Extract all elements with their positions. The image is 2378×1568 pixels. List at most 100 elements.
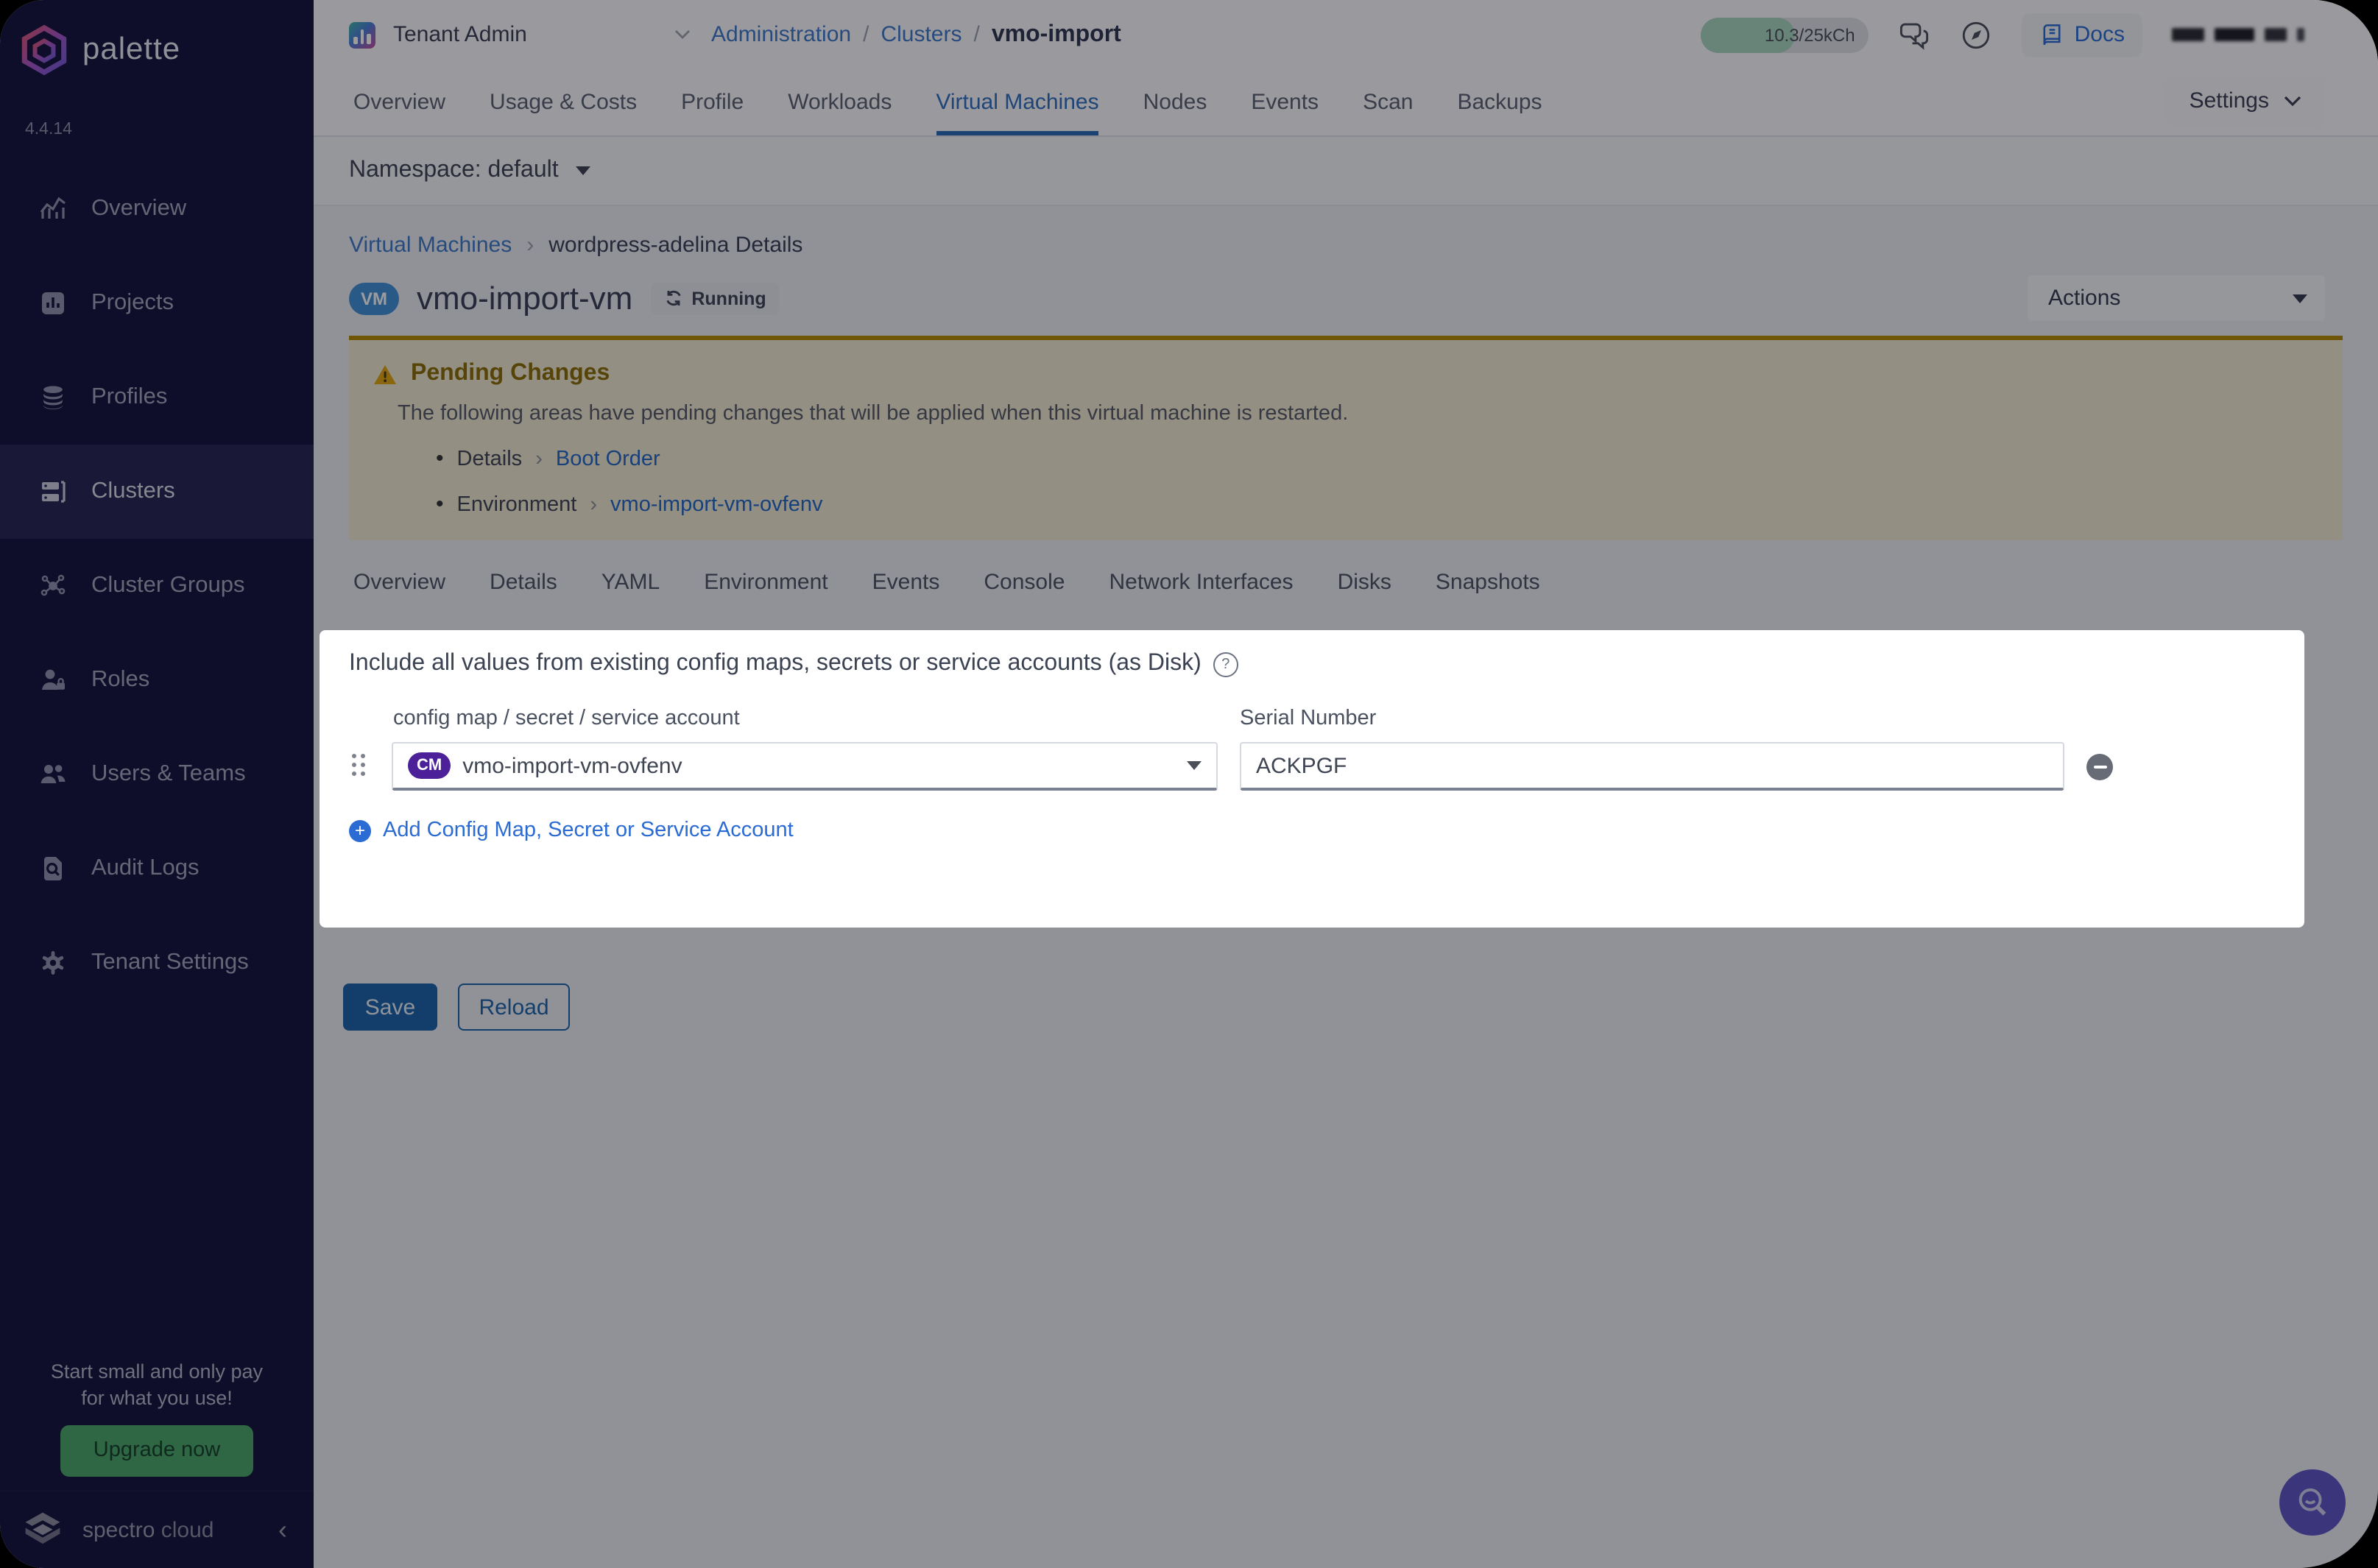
breadcrumb: Administration / Clusters / vmo-import <box>711 21 1121 48</box>
vm-tab-disks[interactable]: Disks <box>1338 570 1391 595</box>
chevron-down-icon[interactable] <box>576 166 591 175</box>
vm-tab-environment[interactable]: Environment <box>704 570 828 595</box>
vm-breadcrumb-link[interactable]: Virtual Machines <box>349 233 512 258</box>
sidebar-footer: spectro cloud ‹ <box>0 1490 314 1568</box>
configmap-column-label: config map / secret / service account <box>393 707 740 730</box>
spectro-cloud-logo <box>25 1512 60 1544</box>
vm-detail-tabs: Overview Details YAML Environment Events… <box>349 570 2343 595</box>
tab-virtual-machines[interactable]: Virtual Machines <box>936 69 1098 135</box>
magnifier-smile-icon <box>2298 1487 2326 1515</box>
sidebar-item-audit-logs[interactable]: Audit Logs <box>0 822 314 916</box>
sidebar-collapse-icon[interactable]: ‹ <box>278 1514 287 1545</box>
vm-tab-overview[interactable]: Overview <box>353 570 445 595</box>
tab-usage-costs[interactable]: Usage & Costs <box>490 69 637 135</box>
vm-status-label: Running <box>691 288 766 308</box>
tab-workloads[interactable]: Workloads <box>788 69 892 135</box>
upgrade-now-button[interactable]: Upgrade now <box>60 1425 253 1477</box>
users-teams-icon <box>38 760 68 789</box>
tab-scan[interactable]: Scan <box>1363 69 1413 135</box>
sidebar-item-label: Audit Logs <box>91 855 200 880</box>
sidebar-item-tenant-settings[interactable]: Tenant Settings <box>0 916 314 1010</box>
tab-backups[interactable]: Backups <box>1457 69 1542 135</box>
top-bar: Tenant Admin Administration / Clusters /… <box>314 0 2378 69</box>
vm-status-badge: Running <box>650 282 780 314</box>
roles-icon <box>38 665 68 695</box>
book-icon <box>2043 24 2061 45</box>
sidebar-item-cluster-groups[interactable]: Cluster Groups <box>0 539 314 633</box>
settings-button[interactable]: Settings <box>2165 77 2325 125</box>
sidebar-item-users-teams[interactable]: Users & Teams <box>0 727 314 822</box>
serial-number-input[interactable] <box>1240 742 2064 791</box>
help-icon[interactable]: ? <box>1213 651 1238 677</box>
sidebar-nav: Overview Projects Profiles Clusters Clus… <box>0 162 314 1010</box>
project-scope-select[interactable]: Tenant Admin <box>349 21 691 48</box>
cluster-groups-icon <box>38 571 68 601</box>
serial-number-column-label: Serial Number <box>1240 707 1377 730</box>
pending-changes-header: Pending Changes <box>349 340 2343 387</box>
vm-breadcrumb-current: wordpress-adelina Details <box>548 233 803 258</box>
bullet: • <box>436 446 444 471</box>
support-search-fab[interactable] <box>2279 1469 2346 1536</box>
pending-changes-message: The following areas have pending changes… <box>398 402 1349 425</box>
compass-icon[interactable] <box>1960 18 1992 51</box>
bullet: • <box>436 492 444 517</box>
breadcrumb-clusters[interactable]: Clusters <box>881 22 962 47</box>
tab-nodes[interactable]: Nodes <box>1143 69 1207 135</box>
pending-link-boot-order[interactable]: Boot Order <box>556 447 660 470</box>
vm-tab-events[interactable]: Events <box>872 570 940 595</box>
tab-overview[interactable]: Overview <box>353 69 445 135</box>
drag-handle[interactable] <box>352 754 365 776</box>
namespace-select-label[interactable]: Namespace: default <box>349 158 559 184</box>
vm-tab-details[interactable]: Details <box>490 570 557 595</box>
tab-profile[interactable]: Profile <box>681 69 744 135</box>
vm-breadcrumb: Virtual Machines › wordpress-adelina Det… <box>349 233 2343 258</box>
breadcrumb-administration[interactable]: Administration <box>711 22 851 47</box>
add-configmap-label: Add Config Map, Secret or Service Accoun… <box>383 819 794 842</box>
namespace-bar: Namespace: default <box>314 137 2378 206</box>
chevron-down-icon <box>1187 761 1202 770</box>
docs-label: Docs <box>2074 22 2125 47</box>
vm-name: vmo-import-vm <box>417 279 633 316</box>
chevron-separator: › <box>590 492 598 516</box>
sidebar-item-roles[interactable]: Roles <box>0 633 314 727</box>
tenant-scope-icon <box>349 21 375 48</box>
sidebar-item-projects[interactable]: Projects <box>0 256 314 350</box>
settings-label: Settings <box>2189 88 2269 113</box>
sidebar-item-clusters[interactable]: Clusters <box>0 445 314 539</box>
vm-tab-network-interfaces[interactable]: Network Interfaces <box>1109 570 1293 595</box>
project-scope-value: Tenant Admin <box>393 22 527 47</box>
sidebar-item-overview[interactable]: Overview <box>0 162 314 256</box>
tab-events[interactable]: Events <box>1251 69 1319 135</box>
vm-tab-console[interactable]: Console <box>984 570 1065 595</box>
docs-button[interactable]: Docs <box>2021 13 2142 57</box>
environment-config-panel: Include all values from existing config … <box>320 630 2304 928</box>
cluster-tabs: Overview Usage & Costs Profile Workloads… <box>314 69 2378 137</box>
reload-button[interactable]: Reload <box>458 983 570 1031</box>
sidebar-item-label: Overview <box>91 196 187 221</box>
sidebar-item-profiles[interactable]: Profiles <box>0 350 314 445</box>
usage-quota-value: 10.3/25kCh <box>1764 24 1855 45</box>
vm-tab-snapshots[interactable]: Snapshots <box>1436 570 1540 595</box>
usage-quota-badge[interactable]: 10.3/25kCh <box>1700 17 1869 52</box>
panel-heading-row: Include all values from existing config … <box>349 651 1238 677</box>
pending-link-ovfenv[interactable]: vmo-import-vm-ovfenv <box>610 492 822 516</box>
configmap-select[interactable]: CM vmo-import-vm-ovfenv <box>392 742 1218 791</box>
add-configmap-link[interactable]: + Add Config Map, Secret or Service Acco… <box>349 819 794 842</box>
sidebar-item-label: Profiles <box>91 384 168 409</box>
save-button[interactable]: Save <box>343 983 437 1031</box>
actions-dropdown[interactable]: Actions <box>2028 275 2325 321</box>
breadcrumb-separator: / <box>973 22 980 47</box>
promo-line1: Start small and only pay <box>50 1360 264 1383</box>
vm-title-row: VM vmo-import-vm Running Actions <box>349 275 2343 321</box>
sidebar-item-label: Roles <box>91 667 150 692</box>
configmap-type-badge: CM <box>408 752 451 779</box>
vm-tab-yaml[interactable]: YAML <box>601 570 660 595</box>
remove-row-button[interactable] <box>2086 754 2113 780</box>
topbar-right: 10.3/25kCh Docs <box>1700 13 2378 57</box>
vm-content: Virtual Machines › wordpress-adelina Det… <box>314 233 2378 595</box>
tenant-settings-icon <box>38 948 68 978</box>
sidebar-item-label: Users & Teams <box>91 761 246 786</box>
pending-area: Details <box>456 447 523 470</box>
chat-icon[interactable] <box>1898 18 1930 51</box>
clusters-icon <box>38 477 68 506</box>
